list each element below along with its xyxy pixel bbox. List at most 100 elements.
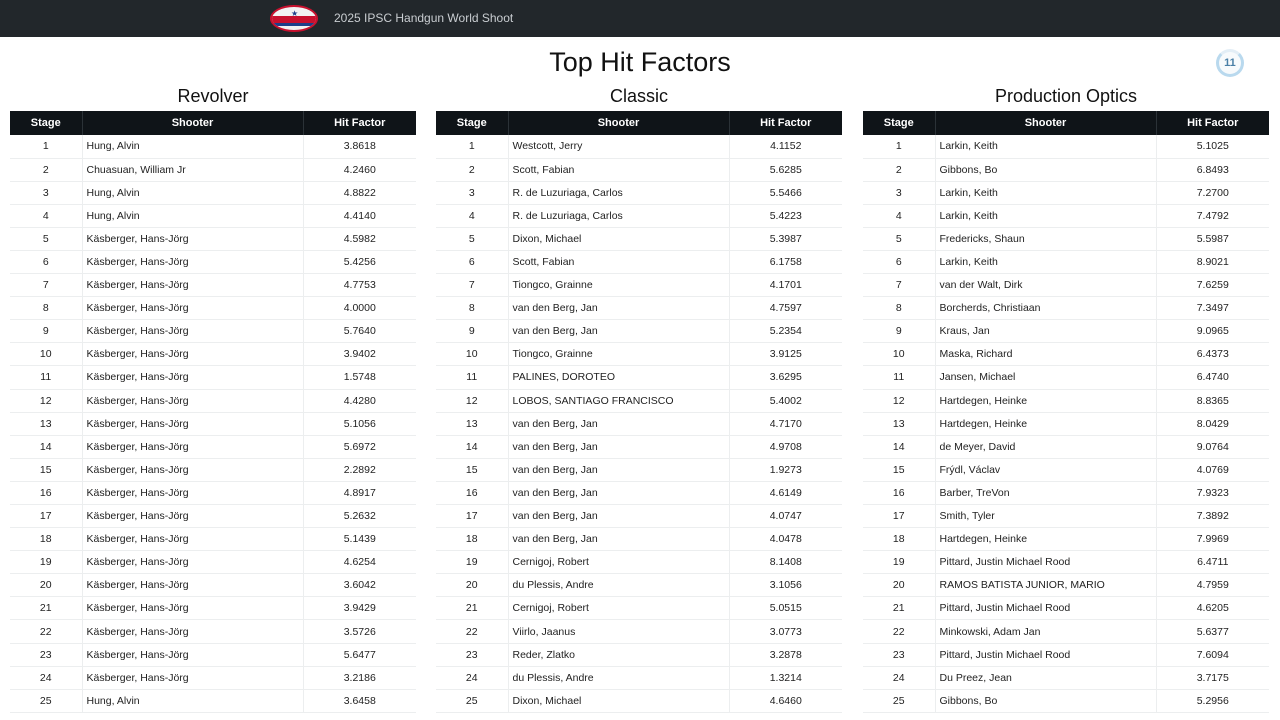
stage-cell: 1 (863, 135, 936, 159)
table-row[interactable]: 8 van den Berg, Jan 4.7597 (436, 296, 842, 321)
table-row[interactable]: 16 van den Berg, Jan 4.6149 (436, 481, 842, 506)
table-row[interactable]: 7 van der Walt, Dirk 7.6259 (863, 273, 1269, 298)
table-row[interactable]: 22 Käsberger, Hans-Jörg 3.5726 (10, 619, 416, 644)
table-row[interactable]: 17 Käsberger, Hans-Jörg 5.2632 (10, 504, 416, 529)
table-row[interactable]: 19 Cernigoj, Robert 8.1408 (436, 550, 842, 575)
table-row[interactable]: 14 de Meyer, David 9.0764 (863, 435, 1269, 459)
column-header-shooter[interactable]: Shooter (82, 111, 304, 135)
table-row[interactable]: 21 Cernigoj, Robert 5.0515 (436, 596, 842, 621)
shooter-cell: van den Berg, Jan (508, 481, 730, 506)
table-row[interactable]: 9 Kraus, Jan 9.0965 (863, 319, 1269, 344)
table-row[interactable]: 6 Scott, Fabian 6.1758 (436, 250, 842, 275)
table-row[interactable]: 1 Hung, Alvin 3.8618 (10, 135, 416, 159)
shooter-cell: Pittard, Justin Michael Rood (935, 643, 1157, 667)
table-row[interactable]: 17 Smith, Tyler 7.3892 (863, 504, 1269, 529)
table-row[interactable]: 2 Scott, Fabian 5.6285 (436, 158, 842, 182)
table-row[interactable]: 8 Borcherds, Christiaan 7.3497 (863, 296, 1269, 321)
table-row[interactable]: 13 van den Berg, Jan 4.7170 (436, 412, 842, 436)
table-row[interactable]: 8 Käsberger, Hans-Jörg 4.0000 (10, 296, 416, 321)
column-header-shooter[interactable]: Shooter (935, 111, 1157, 135)
column-header-shooter[interactable]: Shooter (508, 111, 730, 135)
table-row[interactable]: 15 van den Berg, Jan 1.9273 (436, 458, 842, 482)
table-row[interactable]: 5 Käsberger, Hans-Jörg 4.5982 (10, 227, 416, 251)
table-row[interactable]: 25 Dixon, Michael 4.6460 (436, 689, 842, 713)
table-row[interactable]: 18 Käsberger, Hans-Jörg 5.1439 (10, 527, 416, 552)
table-row[interactable]: 5 Fredericks, Shaun 5.5987 (863, 227, 1269, 251)
table-row[interactable]: 25 Gibbons, Bo 5.2956 (863, 689, 1269, 713)
table-row[interactable]: 20 Käsberger, Hans-Jörg 3.6042 (10, 573, 416, 598)
table-row[interactable]: 13 Käsberger, Hans-Jörg 5.1056 (10, 412, 416, 436)
column-header-stage[interactable]: Stage (10, 111, 83, 135)
table-row[interactable]: 20 RAMOS BATISTA JUNIOR, MARIO 4.7959 (863, 573, 1269, 598)
shooter-cell: Gibbons, Bo (935, 158, 1157, 182)
table-row[interactable]: 14 van den Berg, Jan 4.9708 (436, 435, 842, 459)
table-row[interactable]: 16 Käsberger, Hans-Jörg 4.8917 (10, 481, 416, 506)
table-row[interactable]: 23 Reder, Zlatko 3.2878 (436, 643, 842, 667)
table-row[interactable]: 3 Larkin, Keith 7.2700 (863, 181, 1269, 205)
table-row[interactable]: 11 PALINES, DOROTEO 3.6295 (436, 365, 842, 390)
table-row[interactable]: 24 Du Preez, Jean 3.7175 (863, 666, 1269, 690)
table-row[interactable]: 10 Tiongco, Grainne 3.9125 (436, 342, 842, 367)
table-row[interactable]: 14 Käsberger, Hans-Jörg 5.6972 (10, 435, 416, 459)
column-header-hit-factor[interactable]: Hit Factor (729, 111, 842, 135)
table-row[interactable]: 18 van den Berg, Jan 4.0478 (436, 527, 842, 552)
table-row[interactable]: 15 Frýdl, Václav 4.0769 (863, 458, 1269, 482)
column-header-stage[interactable]: Stage (436, 111, 509, 135)
app-title[interactable]: 2025 IPSC Handgun World Shoot (334, 11, 513, 25)
table-row[interactable]: 5 Dixon, Michael 5.3987 (436, 227, 842, 251)
table-row[interactable]: 4 R. de Luzuriaga, Carlos 5.4223 (436, 204, 842, 228)
table-row[interactable]: 1 Larkin, Keith 5.1025 (863, 135, 1269, 159)
table-row[interactable]: 9 van den Berg, Jan 5.2354 (436, 319, 842, 344)
shooter-cell: Frýdl, Václav (935, 458, 1157, 482)
table-row[interactable]: 18 Hartdegen, Heinke 7.9969 (863, 527, 1269, 552)
shooter-cell: Larkin, Keith (935, 204, 1157, 228)
table-row[interactable]: 4 Hung, Alvin 4.4140 (10, 204, 416, 228)
table-row[interactable]: 12 Hartdegen, Heinke 8.8365 (863, 389, 1269, 413)
stage-cell: 12 (863, 389, 936, 413)
page-title: Top Hit Factors (549, 47, 731, 77)
table-row[interactable]: 20 du Plessis, Andre 3.1056 (436, 573, 842, 598)
column-header-hit-factor[interactable]: Hit Factor (1156, 111, 1269, 135)
stage-cell: 22 (10, 619, 83, 644)
table-row[interactable]: 6 Käsberger, Hans-Jörg 5.4256 (10, 250, 416, 275)
table-row[interactable]: 16 Barber, TreVon 7.9323 (863, 481, 1269, 506)
table-row[interactable]: 3 R. de Luzuriaga, Carlos 5.5466 (436, 181, 842, 205)
hit-factor-cell: 7.3892 (1156, 504, 1269, 529)
table-row[interactable]: 11 Käsberger, Hans-Jörg 1.5748 (10, 365, 416, 390)
table-row[interactable]: 22 Minkowski, Adam Jan 5.6377 (863, 619, 1269, 644)
table-row[interactable]: 24 Käsberger, Hans-Jörg 3.2186 (10, 666, 416, 690)
table-row[interactable]: 10 Käsberger, Hans-Jörg 3.9402 (10, 342, 416, 367)
table-row[interactable]: 23 Pittard, Justin Michael Rood 7.6094 (863, 643, 1269, 667)
table-row[interactable]: 10 Maska, Richard 6.4373 (863, 342, 1269, 367)
table-row[interactable]: 22 Viirlo, Jaanus 3.0773 (436, 619, 842, 644)
table-row[interactable]: 24 du Plessis, Andre 1.3214 (436, 666, 842, 690)
table-row[interactable]: 1 Westcott, Jerry 4.1152 (436, 135, 842, 159)
table-row[interactable]: 7 Tiongco, Grainne 4.1701 (436, 273, 842, 298)
table-row[interactable]: 2 Gibbons, Bo 6.8493 (863, 158, 1269, 182)
ipsc-logo-icon[interactable]: ★ (270, 5, 318, 32)
table-row[interactable]: 13 Hartdegen, Heinke 8.0429 (863, 412, 1269, 436)
table-row[interactable]: 9 Käsberger, Hans-Jörg 5.7640 (10, 319, 416, 344)
column-header-stage[interactable]: Stage (863, 111, 936, 135)
table-row[interactable]: 21 Pittard, Justin Michael Rood 4.6205 (863, 596, 1269, 621)
table-row[interactable]: 12 Käsberger, Hans-Jörg 4.4280 (10, 389, 416, 413)
table-row[interactable]: 3 Hung, Alvin 4.8822 (10, 181, 416, 205)
table-row[interactable]: 7 Käsberger, Hans-Jörg 4.7753 (10, 273, 416, 298)
table-row[interactable]: 15 Käsberger, Hans-Jörg 2.2892 (10, 458, 416, 482)
table-row[interactable]: 6 Larkin, Keith 8.9021 (863, 250, 1269, 275)
table-row[interactable]: 11 Jansen, Michael 6.4740 (863, 365, 1269, 390)
column-header-hit-factor[interactable]: Hit Factor (303, 111, 416, 135)
table-row[interactable]: 23 Käsberger, Hans-Jörg 5.6477 (10, 643, 416, 667)
hit-factor-cell: 3.2878 (729, 643, 842, 667)
shooter-cell: Pittard, Justin Michael Rood (935, 596, 1157, 621)
table-row[interactable]: 19 Pittard, Justin Michael Rood 6.4711 (863, 550, 1269, 575)
stage-cell: 7 (863, 273, 936, 298)
table-row[interactable]: 21 Käsberger, Hans-Jörg 3.9429 (10, 596, 416, 621)
table-row[interactable]: 4 Larkin, Keith 7.4792 (863, 204, 1269, 228)
table-row[interactable]: 19 Käsberger, Hans-Jörg 4.6254 (10, 550, 416, 575)
table-row[interactable]: 12 LOBOS, SANTIAGO FRANCISCO 5.4002 (436, 389, 842, 413)
table-row[interactable]: 2 Chuasuan, William Jr 4.2460 (10, 158, 416, 182)
table-row[interactable]: 25 Hung, Alvin 3.6458 (10, 689, 416, 713)
hit-factor-cell: 1.3214 (729, 666, 842, 690)
table-row[interactable]: 17 van den Berg, Jan 4.0747 (436, 504, 842, 529)
